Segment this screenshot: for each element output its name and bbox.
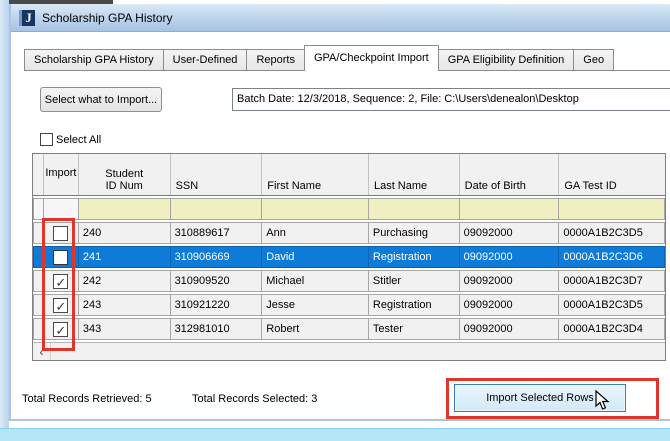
header-import[interactable]: Import (44, 154, 79, 195)
filter-first-name[interactable] (262, 198, 369, 220)
cell-student-id[interactable]: 243 (79, 294, 171, 316)
header-last-name[interactable]: Last Name (369, 154, 460, 195)
cell-student-id[interactable]: 240 (79, 222, 171, 244)
row-selector[interactable] (33, 270, 44, 292)
cell-ga-test-id[interactable]: 0000A1B2C3D5 (559, 294, 665, 316)
title-bar[interactable]: J Scholarship GPA History (11, 4, 670, 32)
cell-student-id[interactable]: 242 (79, 270, 171, 292)
header-student-id-line1: Student (105, 168, 143, 180)
import-records-grid: Import Student ID Num SSN First Name Las… (32, 153, 666, 361)
tab-strip: Scholarship GPA History User-Defined Rep… (24, 45, 670, 71)
filter-last-name[interactable] (369, 198, 460, 220)
import-cell[interactable] (44, 246, 79, 268)
import-cell[interactable] (44, 222, 79, 244)
import-cell[interactable] (44, 318, 79, 340)
cell-last-name[interactable]: Tester (369, 318, 460, 340)
tab-gpa-checkpoint-import[interactable]: GPA/Checkpoint Import (304, 45, 439, 71)
cell-date-of-birth[interactable]: 09092000 (460, 222, 560, 244)
dialog-bottom-gap (9, 421, 670, 428)
cell-ssn[interactable]: 312981010 (171, 318, 263, 340)
cell-date-of-birth[interactable]: 09092000 (460, 294, 560, 316)
cell-last-name[interactable]: Registration (369, 294, 460, 316)
grid-header-row: Import Student ID Num SSN First Name Las… (33, 154, 665, 196)
cell-first-name[interactable]: Michael (262, 270, 369, 292)
cell-ga-test-id[interactable]: 0000A1B2C3D4 (559, 318, 665, 340)
select-all-checkbox[interactable] (40, 133, 53, 146)
cell-student-id[interactable]: 343 (79, 318, 171, 340)
cell-ssn[interactable]: 310921220 (171, 294, 263, 316)
cell-first-name[interactable]: Robert (262, 318, 369, 340)
filter-row-selector (33, 198, 44, 220)
cell-date-of-birth[interactable]: 09092000 (460, 246, 560, 268)
filter-row (33, 198, 665, 220)
tab-geo-truncated[interactable]: Geo (573, 49, 614, 71)
import-checkbox[interactable] (53, 274, 68, 289)
tab-scholarship-gpa-history[interactable]: Scholarship GPA History (24, 49, 164, 71)
select-all-checkbox-group[interactable]: Select All (40, 133, 101, 146)
cell-date-of-birth[interactable]: 09092000 (460, 318, 560, 340)
header-first-name[interactable]: First Name (262, 154, 369, 195)
cell-ga-test-id[interactable]: 0000A1B2C3D7 (559, 270, 665, 292)
import-cell[interactable] (44, 294, 79, 316)
scholarship-gpa-history-dialog: J Scholarship GPA History Scholarship GP… (9, 4, 670, 421)
background-taskbar-strip (0, 428, 670, 441)
cell-ssn[interactable]: 310889617 (171, 222, 263, 244)
row-selector[interactable] (33, 246, 44, 268)
tab-user-defined[interactable]: User-Defined (163, 49, 248, 71)
cell-last-name[interactable]: Purchasing (369, 222, 460, 244)
window-title: Scholarship GPA History (42, 11, 173, 25)
cell-ssn[interactable]: 310909520 (171, 270, 263, 292)
import-cell[interactable] (44, 270, 79, 292)
background-window-edge (0, 0, 9, 441)
cell-student-id[interactable]: 241 (79, 246, 171, 268)
total-records-selected: Total Records Selected: 3 (192, 393, 317, 405)
cell-last-name[interactable]: Stitler (369, 270, 460, 292)
table-row[interactable]: 240 310889617 Ann Purchasing 09092000 00… (33, 222, 665, 244)
filter-date-of-birth[interactable] (460, 198, 560, 220)
import-checkbox[interactable] (53, 298, 68, 313)
table-row[interactable]: 243 310921220 Jesse Registration 0909200… (33, 294, 665, 316)
header-row-selector (33, 154, 44, 195)
table-row[interactable]: 241 310906669 David Registration 0909200… (33, 246, 665, 268)
tab-gpa-eligibility-definition[interactable]: GPA Eligibility Definition (438, 49, 575, 71)
horizontal-scrollbar[interactable]: ‹ (33, 342, 665, 360)
cell-ga-test-id[interactable]: 0000A1B2C3D5 (559, 222, 665, 244)
cell-first-name[interactable]: Ann (262, 222, 369, 244)
cell-first-name[interactable]: Jesse (262, 294, 369, 316)
filter-ga-test-id[interactable] (559, 198, 665, 220)
filter-import[interactable] (44, 198, 79, 220)
batch-info-field[interactable]: Batch Date: 12/3/2018, Sequence: 2, File… (232, 88, 670, 111)
header-student-id-num[interactable]: Student ID Num (79, 154, 171, 195)
row-selector[interactable] (33, 222, 44, 244)
import-checkbox[interactable] (53, 250, 68, 265)
total-records-retrieved: Total Records Retrieved: 5 (22, 393, 152, 405)
table-row[interactable]: 343 312981010 Robert Tester 09092000 000… (33, 318, 665, 340)
table-row[interactable]: 242 310909520 Michael Stitler 09092000 0… (33, 270, 665, 292)
row-selector[interactable] (33, 294, 44, 316)
header-student-id-line2: ID Num (106, 180, 143, 192)
app-icon: J (19, 10, 35, 26)
header-ga-test-id[interactable]: GA Test ID (559, 154, 665, 195)
filter-student-id[interactable] (79, 198, 171, 220)
screenshot-canvas: J Scholarship GPA History Scholarship GP… (0, 0, 670, 441)
import-checkbox[interactable] (53, 226, 68, 241)
header-date-of-birth[interactable]: Date of Birth (460, 154, 560, 195)
tab-reports[interactable]: Reports (246, 49, 305, 71)
row-selector[interactable] (33, 318, 44, 340)
header-ssn[interactable]: SSN (171, 154, 263, 195)
filter-ssn[interactable] (171, 198, 263, 220)
cell-last-name[interactable]: Registration (369, 246, 460, 268)
cell-first-name[interactable]: David (262, 246, 369, 268)
import-checkbox[interactable] (53, 322, 68, 337)
select-what-to-import-button[interactable]: Select what to Import... (40, 87, 162, 112)
scroll-left-arrow-icon[interactable]: ‹ (33, 343, 51, 360)
cell-ssn[interactable]: 310906669 (171, 246, 263, 268)
cell-date-of-birth[interactable]: 09092000 (460, 270, 560, 292)
select-all-label: Select All (56, 134, 101, 146)
cell-ga-test-id[interactable]: 0000A1B2C3D6 (559, 246, 665, 268)
mouse-cursor-icon (594, 390, 612, 410)
